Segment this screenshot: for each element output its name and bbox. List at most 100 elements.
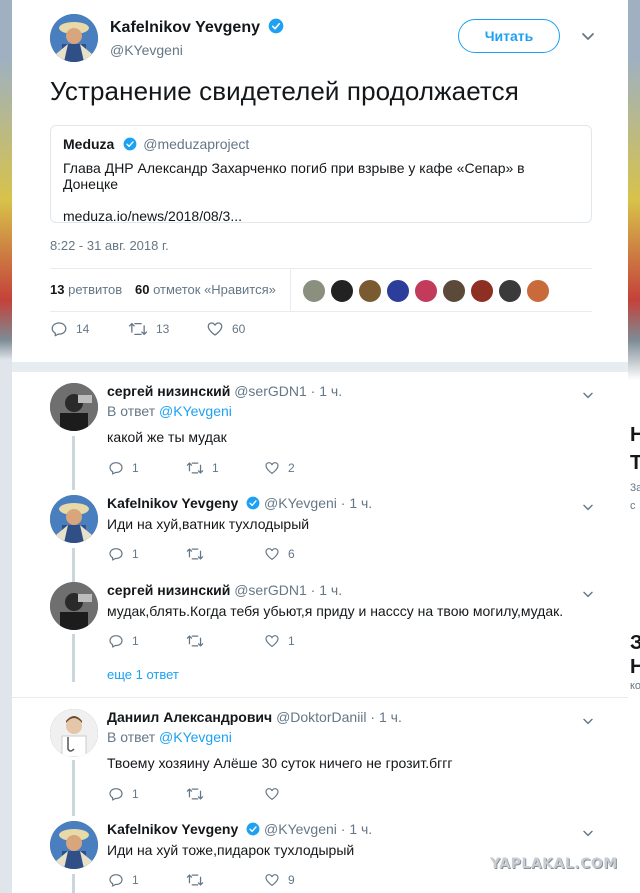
reply-to-link[interactable]: @KYevgeni: [159, 403, 232, 419]
reply-time[interactable]: · 1 ч.: [370, 709, 401, 725]
reply-header: Даниил Александрович @DoktorDaniil · 1 ч…: [107, 709, 402, 725]
reply-author-name[interactable]: Kafelnikov Yevgeny: [107, 821, 238, 837]
thread-line: [72, 436, 75, 490]
reply-author-name[interactable]: сергей низинский: [107, 582, 230, 598]
reply-author-name[interactable]: Даниил Александрович: [107, 709, 272, 725]
avatar[interactable]: [358, 279, 382, 303]
avatar[interactable]: [302, 279, 326, 303]
background-right-strip: Н Т 3a с За Н ко: [628, 0, 640, 893]
background-text: с: [630, 500, 636, 512]
reply-count: 1: [132, 547, 139, 561]
chevron-down-icon[interactable]: [580, 499, 596, 515]
retweet-button[interactable]: [186, 872, 212, 888]
heart-icon: [265, 635, 279, 647]
like-button[interactable]: 1: [264, 633, 295, 649]
like-button[interactable]: 6: [264, 546, 295, 562]
like-count: 9: [288, 873, 295, 887]
avatar[interactable]: [414, 279, 438, 303]
verified-badge-icon: [246, 822, 260, 839]
reply-time[interactable]: · 1 ч.: [341, 495, 372, 511]
heart-icon: [265, 874, 279, 886]
reply-context: В ответ @KYevgeni: [107, 729, 232, 745]
chevron-down-icon[interactable]: [578, 26, 598, 46]
reply-author-name[interactable]: Kafelnikov Yevgeny: [107, 495, 238, 511]
like-button[interactable]: 9: [264, 872, 295, 888]
retweet-button[interactable]: 13: [128, 320, 169, 338]
reply-context: В ответ @KYevgeni: [107, 403, 232, 419]
chevron-down-icon[interactable]: [580, 586, 596, 602]
reply-button[interactable]: 1: [108, 460, 139, 476]
avatar[interactable]: [526, 279, 550, 303]
reply-count: 14: [76, 322, 90, 336]
quoted-tweet[interactable]: Meduza @meduzaproject Глава ДНР Александ…: [50, 125, 592, 224]
thread-divider: [12, 697, 628, 698]
reply-author-handle[interactable]: @KYevgeni: [264, 821, 337, 837]
thread-line: [72, 874, 75, 893]
reply-button[interactable]: 1: [108, 872, 139, 888]
avatar[interactable]: [50, 821, 98, 869]
likes-count: 60: [135, 282, 150, 297]
reply-author-handle[interactable]: @serGDN1: [234, 582, 307, 598]
like-button[interactable]: [264, 786, 288, 802]
chevron-down-icon[interactable]: [580, 825, 596, 841]
reply-button[interactable]: 14: [50, 320, 89, 338]
chevron-down-icon[interactable]: [580, 387, 596, 403]
avatar[interactable]: [50, 14, 98, 62]
reply-button[interactable]: 1: [108, 633, 139, 649]
avatar[interactable]: [498, 279, 522, 303]
reply-count: 1: [132, 873, 139, 887]
stats-divider: [290, 269, 291, 312]
reply-time[interactable]: · 1 ч.: [311, 383, 342, 399]
author-handle[interactable]: @KYevgeni: [110, 42, 183, 58]
author-name-row: Kafelnikov Yevgeny: [110, 18, 284, 39]
reply-icon: [109, 874, 123, 887]
heart-icon: [265, 548, 279, 560]
like-count: 6: [288, 547, 295, 561]
retweet-count: 1: [212, 461, 219, 475]
reply-author-name[interactable]: сергей низинский: [107, 383, 230, 399]
heart-icon: [265, 462, 279, 474]
avatar[interactable]: [442, 279, 466, 303]
avatar[interactable]: [50, 495, 98, 543]
retweets-count: 13: [50, 282, 65, 297]
retweet-button[interactable]: [186, 633, 212, 649]
avatar[interactable]: [470, 279, 494, 303]
avatar[interactable]: [386, 279, 410, 303]
reply-author-handle[interactable]: @DoktorDaniil: [276, 709, 366, 725]
like-count: 60: [232, 322, 246, 336]
reply-button[interactable]: 1: [108, 786, 139, 802]
reply-header: Kafelnikov Yevgeny @KYevgeni · 1 ч.: [107, 495, 372, 513]
retweets-stat[interactable]: 13 ретвитов: [50, 282, 122, 297]
tweet-timestamp[interactable]: 8:22 - 31 авг. 2018 г.: [50, 238, 169, 253]
avatar[interactable]: [50, 709, 98, 757]
heart-icon: [265, 788, 279, 800]
reply-button[interactable]: 1: [108, 546, 139, 562]
reply-actions: 1: [108, 786, 408, 806]
avatar[interactable]: [50, 383, 98, 431]
avatar[interactable]: [330, 279, 354, 303]
likes-stat[interactable]: 60 отметок «Нравится»: [135, 282, 276, 297]
section-divider: [12, 362, 628, 372]
follow-button[interactable]: Читать: [458, 19, 560, 53]
reply-text: мудак,блять.Когда тебя убьют,я приду и н…: [107, 603, 564, 619]
background-letter: Н: [630, 656, 640, 678]
chevron-down-icon[interactable]: [580, 713, 596, 729]
like-button[interactable]: 60: [206, 320, 245, 338]
reply-author-handle[interactable]: @serGDN1: [234, 383, 307, 399]
reply-time[interactable]: · 1 ч.: [311, 582, 342, 598]
retweet-button[interactable]: 1: [186, 460, 219, 476]
reply-time[interactable]: · 1 ч.: [341, 821, 372, 837]
reply-author-handle[interactable]: @KYevgeni: [264, 495, 337, 511]
show-more-replies-link[interactable]: еще 1 ответ: [107, 667, 179, 682]
author-name[interactable]: Kafelnikov Yevgeny: [110, 19, 260, 36]
avatar[interactable]: [50, 582, 98, 630]
retweet-icon: [186, 548, 204, 560]
retweet-button[interactable]: [186, 786, 212, 802]
retweet-icon: [186, 635, 204, 647]
main-tweet-header: Kafelnikov Yevgeny @KYevgeni Читать: [50, 12, 628, 68]
retweets-label: ретвитов: [68, 282, 123, 297]
like-button[interactable]: 2: [264, 460, 295, 476]
reply-to-link[interactable]: @KYevgeni: [159, 729, 232, 745]
quoted-link[interactable]: meduza.io/news/2018/08/3...: [63, 208, 579, 224]
retweet-button[interactable]: [186, 546, 212, 562]
